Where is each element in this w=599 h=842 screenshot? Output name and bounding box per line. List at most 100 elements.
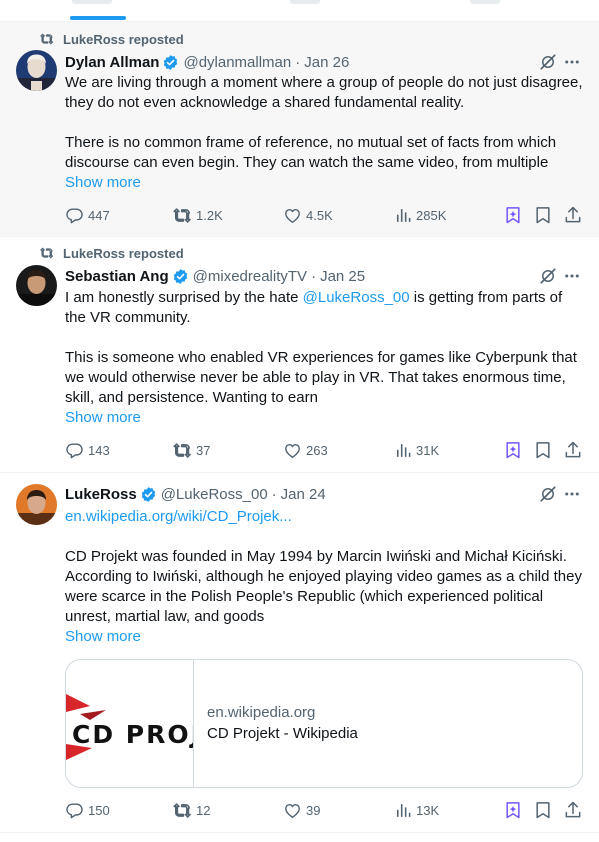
- views-count: 285K: [416, 207, 447, 223]
- timestamp[interactable]: Jan 26: [304, 54, 349, 71]
- avatar[interactable]: [16, 50, 57, 91]
- heart-icon: [283, 801, 302, 820]
- repost-button[interactable]: 37: [173, 440, 210, 460]
- tweet-actions: 143 37 263 31K: [65, 440, 585, 460]
- avatar[interactable]: [16, 484, 57, 525]
- tweet-text-part: is getting from parts of the VR communit…: [65, 289, 577, 406]
- reply-count: 150: [88, 802, 110, 818]
- repost-icon: [40, 32, 54, 46]
- views-icon: [393, 441, 412, 460]
- handle[interactable]: @mixedrealityTV: [193, 268, 307, 285]
- verified-badge-icon: [140, 486, 157, 503]
- separator-dot: ·: [311, 267, 317, 285]
- repost-icon: [173, 801, 192, 820]
- tweet-card[interactable]: LukeRoss reposted Dylan Allman @dylanmal…: [0, 22, 599, 237]
- like-count: 4.5K: [306, 207, 333, 223]
- reply-button[interactable]: 150: [65, 800, 110, 820]
- like-button[interactable]: 39: [283, 800, 320, 820]
- tweet-header: LukeRoss @LukeRoss_00 · Jan 24: [65, 484, 326, 504]
- heart-icon: [283, 206, 302, 225]
- avatar-image: [16, 50, 57, 91]
- views-button[interactable]: 31K: [393, 440, 439, 460]
- show-more-link[interactable]: Show more: [65, 173, 141, 193]
- share-icon[interactable]: [563, 800, 583, 820]
- bookmark-icon[interactable]: [533, 205, 553, 225]
- views-button[interactable]: 13K: [393, 800, 439, 820]
- tweet-actions: 150 12 39 13K: [65, 800, 585, 820]
- views-icon: [393, 801, 412, 820]
- card-domain: en.wikipedia.org: [207, 704, 316, 721]
- tweet-text-part: I am honestly surprised by the hate: [65, 289, 303, 306]
- handle[interactable]: @LukeRoss_00: [161, 486, 268, 503]
- reply-button[interactable]: 143: [65, 440, 110, 460]
- grok-icon[interactable]: [539, 485, 557, 503]
- avatar-image: [16, 484, 57, 525]
- logo-text: CD PROJEKT: [72, 720, 194, 749]
- heart-icon: [283, 441, 302, 460]
- tweet-header: Dylan Allman @dylanmallman · Jan 26: [65, 52, 349, 72]
- separator-dot: ·: [271, 485, 277, 503]
- reply-icon: [65, 206, 84, 225]
- share-icon[interactable]: [563, 205, 583, 225]
- tweet-text: CD Projekt was founded in May 1994 by Ma…: [65, 548, 582, 625]
- repost-icon: [40, 246, 54, 260]
- grok-icon[interactable]: [539, 53, 557, 71]
- reply-button[interactable]: 447: [65, 205, 110, 225]
- top-fragment: [470, 0, 500, 4]
- display-name[interactable]: Sebastian Ang: [65, 268, 169, 285]
- display-name[interactable]: LukeRoss: [65, 486, 137, 503]
- tweet-header: Sebastian Ang @mixedrealityTV · Jan 25: [65, 266, 365, 286]
- bookmark-icon[interactable]: [533, 440, 553, 460]
- repost-count: 37: [196, 442, 211, 458]
- share-icon[interactable]: [563, 440, 583, 460]
- display-name[interactable]: Dylan Allman: [65, 54, 159, 71]
- views-count: 13K: [416, 802, 440, 818]
- tweet-text: I am honestly surprised by the hate @Luk…: [65, 288, 585, 408]
- more-options-icon[interactable]: [563, 53, 581, 71]
- separator-dot: ·: [295, 53, 301, 71]
- handle[interactable]: @dylanmallman: [183, 54, 291, 71]
- more-options-icon[interactable]: [563, 485, 581, 503]
- link-preview-thumbnail: CD PROJEKT: [66, 660, 194, 787]
- mention-link[interactable]: @LukeRoss_00: [303, 289, 410, 306]
- top-tab-bar: [0, 0, 599, 22]
- url-link[interactable]: en.wikipedia.org/wiki/CD_Projek...: [65, 507, 292, 527]
- repost-label: LukeRoss reposted: [63, 31, 184, 47]
- tweet-text: We are living through a moment where a g…: [65, 74, 583, 171]
- repost-indicator: LukeRoss reposted: [40, 31, 184, 47]
- reply-count: 447: [88, 207, 110, 223]
- repost-indicator: LukeRoss reposted: [40, 245, 184, 261]
- show-more-link[interactable]: Show more: [65, 408, 141, 428]
- show-more-link[interactable]: Show more: [65, 627, 141, 647]
- avatar[interactable]: [16, 265, 57, 306]
- tweet-actions: 447 1.2K 4.5K 285K: [65, 205, 585, 225]
- card-title: CD Projekt - Wikipedia: [207, 725, 358, 742]
- timestamp[interactable]: Jan 24: [281, 486, 326, 503]
- views-count: 31K: [416, 442, 440, 458]
- bookmark-icon[interactable]: [533, 800, 553, 820]
- repost-button[interactable]: 12: [173, 800, 210, 820]
- repost-count: 12: [196, 802, 211, 818]
- like-button[interactable]: 4.5K: [283, 205, 333, 225]
- like-count: 263: [306, 442, 328, 458]
- verified-badge-icon: [162, 54, 179, 71]
- repost-label: LukeRoss reposted: [63, 245, 184, 261]
- reply-count: 143: [88, 442, 110, 458]
- grok-bookmark-icon[interactable]: [503, 800, 523, 820]
- views-button[interactable]: 285K: [393, 205, 446, 225]
- like-count: 39: [306, 802, 321, 818]
- more-options-icon[interactable]: [563, 267, 581, 285]
- top-fragment: [72, 0, 112, 4]
- like-button[interactable]: 263: [283, 440, 328, 460]
- cd-projekt-logo: CD PROJEKT: [66, 694, 194, 760]
- tweet-card[interactable]: LukeRoss reposted Sebastian Ang @mixedre…: [0, 237, 599, 473]
- repost-icon: [173, 441, 192, 460]
- grok-icon[interactable]: [539, 267, 557, 285]
- repost-button[interactable]: 1.2K: [173, 205, 223, 225]
- reply-icon: [65, 441, 84, 460]
- views-icon: [393, 206, 412, 225]
- link-preview-card[interactable]: CD PROJEKT en.wikipedia.org CD Projekt -…: [65, 659, 583, 788]
- timestamp[interactable]: Jan 25: [320, 268, 365, 285]
- grok-bookmark-icon[interactable]: [503, 440, 523, 460]
- grok-bookmark-icon[interactable]: [503, 205, 523, 225]
